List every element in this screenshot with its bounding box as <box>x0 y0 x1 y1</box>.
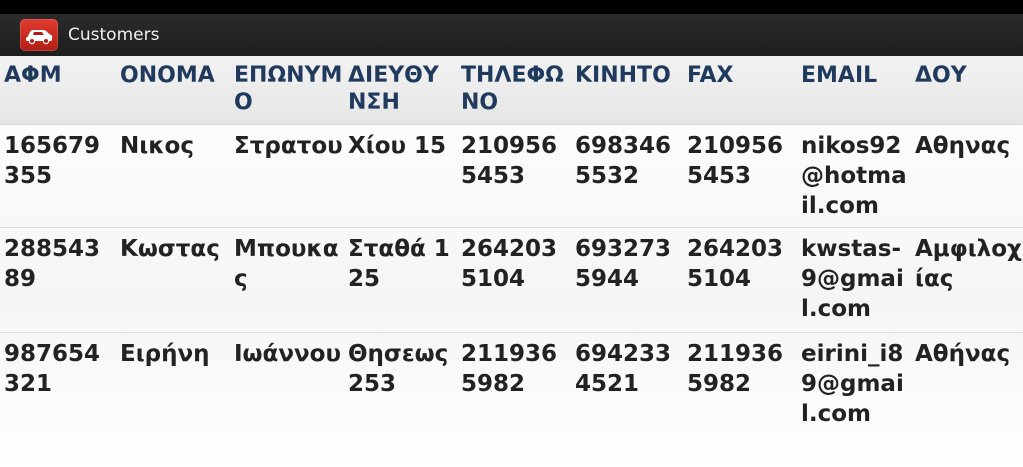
table-row[interactable]: 28854389 Κωστας Μπουκας Σταθά 125 264203… <box>0 227 1023 333</box>
action-bar: Customers <box>0 14 1023 56</box>
cell-doy: Αθήνας <box>915 341 1011 367</box>
cell-email: nikos92@hotmail.com <box>801 133 907 219</box>
column-header-address: ΔΙΕΥΘΥΝΣΗ <box>344 56 457 125</box>
column-header-mobile: ΚΙΝΗΤΟ <box>571 56 683 125</box>
cell-phone: 2119365982 <box>461 341 558 397</box>
cell-fax: 2109565453 <box>687 133 784 189</box>
status-bar <box>0 0 1023 14</box>
cell-mobile: 6942334521 <box>575 341 672 397</box>
cell-address: Σταθά 125 <box>348 236 450 292</box>
cell-name: Νικος <box>120 133 194 159</box>
cell-name: Κωστας <box>120 236 220 262</box>
table-row[interactable]: 165679355 Νικος Στρατου Χίου 15 21095654… <box>0 124 1023 228</box>
app-title: Customers <box>68 25 160 45</box>
cell-name: Ειρήνη <box>120 341 210 367</box>
cell-doy: Αμφιλοχίας <box>915 236 1022 292</box>
column-header-phone: ΤΗΛΕΦΩΝΟ <box>457 56 571 125</box>
column-header-email: EMAIL <box>797 56 911 125</box>
cell-email: kwstas-9@gmail.com <box>801 236 904 322</box>
column-header-afm: ΑΦΜ <box>0 56 116 125</box>
column-header-surname: ΕΠΩΝΥΜΟ <box>230 56 344 125</box>
cell-address: Χίου 15 <box>348 133 447 159</box>
cell-doy: Αθηνας <box>915 133 1011 159</box>
cell-fax: 2119365982 <box>687 341 784 397</box>
cell-surname: Ιωάννου <box>234 341 342 367</box>
cell-surname: Μπουκας <box>234 236 339 292</box>
table-row[interactable]: 987654321 Ειρήνη Ιωάννου Θησεως 253 2119… <box>0 332 1023 434</box>
cell-mobile: 6932735944 <box>575 236 672 292</box>
cell-afm: 165679355 <box>4 133 101 189</box>
cell-address: Θησεως 253 <box>348 341 449 397</box>
cell-surname: Στρατου <box>234 133 343 159</box>
cell-email: eirini_i89@gmail.com <box>801 341 904 427</box>
cell-phone: 2109565453 <box>461 133 558 189</box>
customers-table: ΑΦΜ ΟΝΟΜΑ ΕΠΩΝΥΜΟ ΔΙΕΥΘΥΝΣΗ ΤΗΛΕΦΩΝΟ ΚΙΝ… <box>0 56 1023 433</box>
cell-afm: 28854389 <box>4 236 101 292</box>
table-header-row: ΑΦΜ ΟΝΟΜΑ ΕΠΩΝΥΜΟ ΔΙΕΥΘΥΝΣΗ ΤΗΛΕΦΩΝΟ ΚΙΝ… <box>0 56 1023 125</box>
cell-afm: 987654321 <box>4 341 101 397</box>
column-header-name: ΟΝΟΜΑ <box>116 56 230 125</box>
cell-phone: 2642035104 <box>461 236 558 292</box>
column-header-fax: FAX <box>683 56 797 125</box>
cell-fax: 2642035104 <box>687 236 784 292</box>
customers-table-container: ΑΦΜ ΟΝΟΜΑ ΕΠΩΝΥΜΟ ΔΙΕΥΘΥΝΣΗ ΤΗΛΕΦΩΝΟ ΚΙΝ… <box>0 56 1023 467</box>
car-icon[interactable] <box>20 19 58 51</box>
column-header-doy: ΔΟΥ <box>911 56 1023 125</box>
cell-mobile: 6983465532 <box>575 133 672 189</box>
